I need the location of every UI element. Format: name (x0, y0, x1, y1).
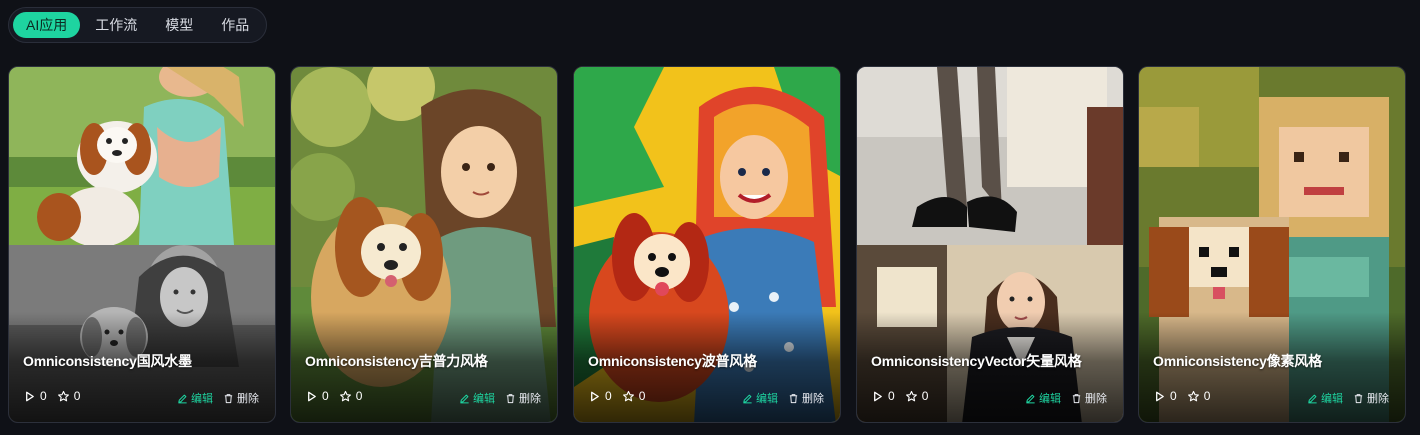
delete-label: 删除 (1367, 393, 1389, 405)
star-icon[interactable] (1187, 390, 1200, 403)
card-actions: 编辑 删除 (1025, 390, 1107, 406)
run-count: 0 (605, 389, 612, 403)
app-card[interactable]: Omniconsistency吉普力风格 0 0 编辑 删除 (290, 66, 558, 423)
star-count: 0 (1203, 389, 1211, 403)
delete-label: 删除 (802, 393, 824, 405)
card-title: Omniconsistency吉普力风格 (305, 353, 488, 369)
pencil-icon (460, 394, 469, 403)
edit-button[interactable]: 编辑 (177, 390, 213, 406)
play-icon (308, 391, 316, 401)
card-stats: 0 0 (1153, 389, 1216, 403)
tab-works[interactable]: 作品 (208, 12, 262, 38)
tab-ai-apps[interactable]: AI应用 (13, 12, 81, 38)
run-count: 0 (1170, 389, 1177, 403)
card-actions: 编辑 删除 (177, 390, 259, 406)
edit-button[interactable]: 编辑 (1307, 390, 1343, 406)
run-count: 0 (322, 389, 329, 403)
pencil-icon (743, 394, 752, 403)
delete-button[interactable]: 删除 (223, 390, 259, 406)
edit-label: 编辑 (756, 393, 778, 405)
delete-button[interactable]: 删除 (788, 390, 824, 406)
play-icon (26, 391, 34, 401)
trash-icon (506, 393, 515, 403)
play-icon (1156, 391, 1164, 401)
edit-button[interactable]: 编辑 (459, 390, 495, 406)
run-count: 0 (888, 389, 895, 403)
card-title: Omniconsistency像素风格 (1153, 353, 1322, 369)
card-title: Omniconsistency波普风格 (588, 353, 757, 369)
star-icon[interactable] (57, 390, 70, 403)
app-card[interactable]: Omniconsistency像素风格 0 0 编辑 删除 (1138, 66, 1406, 423)
delete-button[interactable]: 删除 (1353, 390, 1389, 406)
tab-workflows[interactable]: 工作流 (82, 12, 150, 38)
pencil-icon (1308, 394, 1317, 403)
app-card[interactable]: Omniconsistency国风水墨 0 0 编辑 删除 (8, 66, 276, 423)
card-stats: 0 0 (23, 389, 86, 403)
category-tabs: AI应用 工作流 模型 作品 (8, 7, 268, 43)
card-stats: 0 0 (871, 389, 934, 403)
card-actions: 编辑 删除 (1307, 390, 1389, 406)
edit-label: 编辑 (1321, 393, 1343, 405)
card-actions: 编辑 删除 (459, 390, 541, 406)
edit-label: 编辑 (1039, 393, 1061, 405)
card-title: OmniconsistencyVector矢量风格 (871, 353, 1082, 369)
card-actions: 编辑 删除 (742, 390, 824, 406)
delete-label: 删除 (1085, 393, 1107, 405)
star-icon[interactable] (622, 390, 635, 403)
delete-button[interactable]: 删除 (505, 390, 541, 406)
edit-label: 编辑 (473, 393, 495, 405)
pencil-icon (1026, 394, 1035, 403)
card-stats: 0 0 (305, 389, 368, 403)
trash-icon (1072, 393, 1081, 403)
play-icon (874, 391, 882, 401)
star-icon[interactable] (905, 390, 918, 403)
star-count: 0 (355, 389, 363, 403)
edit-label: 编辑 (191, 393, 213, 405)
delete-button[interactable]: 删除 (1071, 390, 1107, 406)
star-count: 0 (638, 389, 646, 403)
app-card[interactable]: Omniconsistency波普风格 0 0 编辑 删除 (573, 66, 841, 423)
card-stats: 0 0 (588, 389, 651, 403)
star-count: 0 (73, 389, 81, 403)
edit-button[interactable]: 编辑 (1025, 390, 1061, 406)
edit-button[interactable]: 编辑 (742, 390, 778, 406)
trash-icon (789, 393, 798, 403)
delete-label: 删除 (237, 393, 259, 405)
app-card[interactable]: OmniconsistencyVector矢量风格 0 0 编辑 删除 (856, 66, 1124, 423)
trash-icon (224, 393, 233, 403)
pencil-icon (178, 394, 187, 403)
star-icon[interactable] (339, 390, 352, 403)
delete-label: 删除 (519, 393, 541, 405)
tab-models[interactable]: 模型 (152, 12, 206, 38)
play-icon (591, 391, 599, 401)
run-count: 0 (40, 389, 47, 403)
card-title: Omniconsistency国风水墨 (23, 353, 192, 369)
star-count: 0 (921, 389, 929, 403)
trash-icon (1354, 393, 1363, 403)
